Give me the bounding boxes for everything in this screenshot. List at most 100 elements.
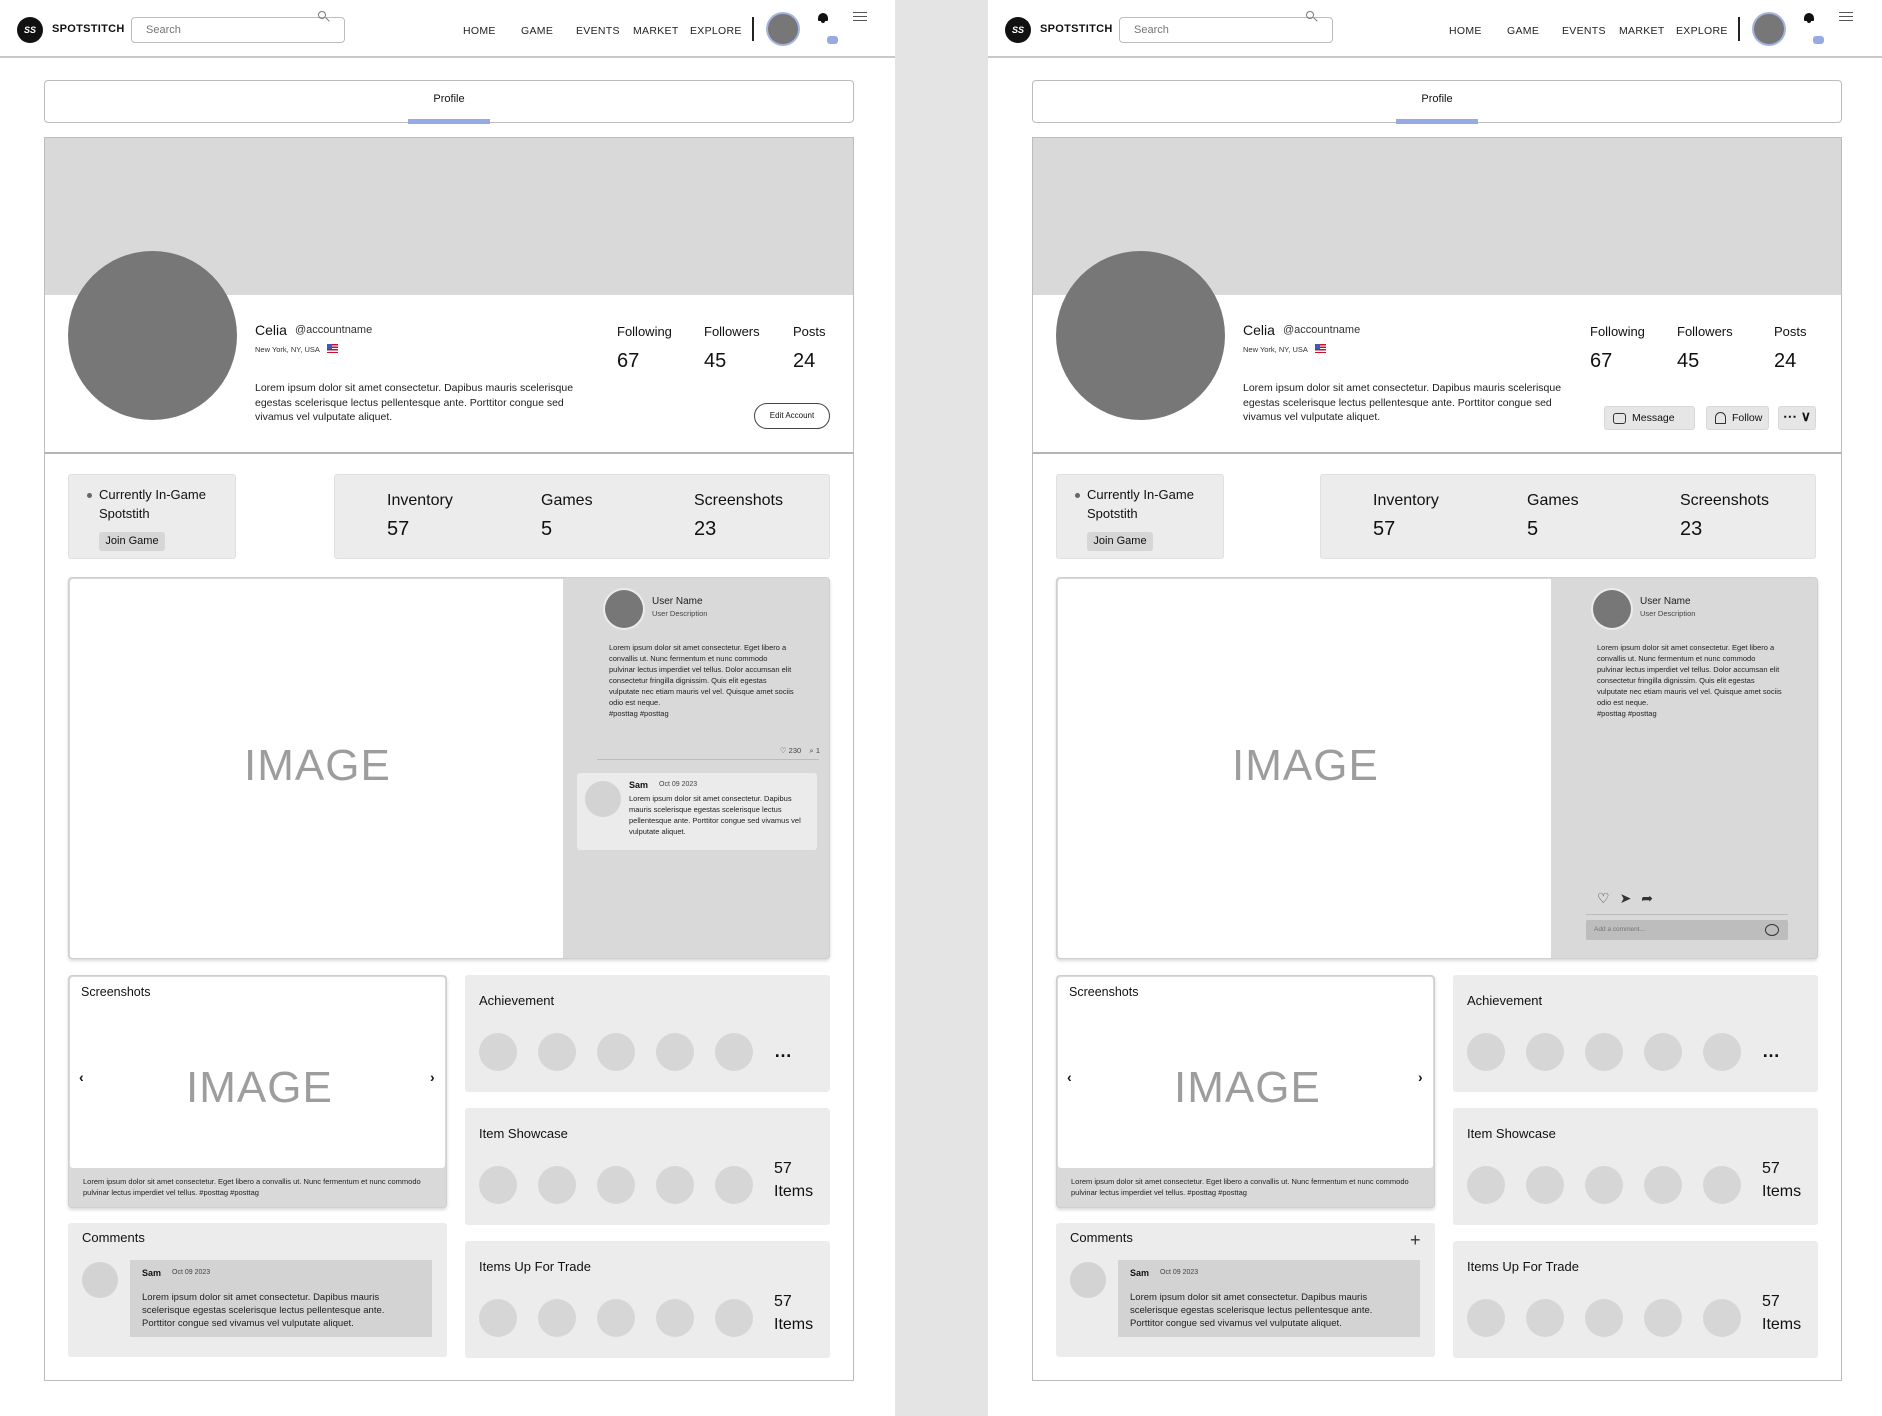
stat-following-value[interactable]: 67 xyxy=(617,350,639,373)
trade-item[interactable] xyxy=(1644,1299,1682,1337)
screenshots-label[interactable]: Screenshots xyxy=(1680,492,1769,510)
showcase-item[interactable] xyxy=(538,1166,576,1204)
user-avatar[interactable] xyxy=(1754,14,1784,44)
chevron-right-icon[interactable]: › xyxy=(1418,1069,1423,1085)
trade-item[interactable] xyxy=(538,1299,576,1337)
comment-author[interactable]: Sam xyxy=(142,1268,161,1278)
logo-icon[interactable]: SS xyxy=(17,17,43,43)
search-input[interactable] xyxy=(1119,17,1333,43)
comment-count[interactable]: ⌕ 1 xyxy=(810,746,820,755)
achievement-badge[interactable] xyxy=(538,1033,576,1071)
showcase-item[interactable] xyxy=(1644,1166,1682,1204)
screenshots-label[interactable]: Screenshots xyxy=(694,492,783,510)
nav-home[interactable]: HOME xyxy=(1449,25,1482,37)
achievement-badge[interactable] xyxy=(1644,1033,1682,1071)
trade-item[interactable] xyxy=(1526,1299,1564,1337)
achievement-badge[interactable] xyxy=(1467,1033,1505,1071)
showcase-item[interactable] xyxy=(1467,1166,1505,1204)
more-achievements-icon[interactable]: … xyxy=(774,1041,793,1062)
stat-posts-label[interactable]: Posts xyxy=(793,324,826,339)
nav-explore[interactable]: EXPLORE xyxy=(1676,25,1728,37)
stat-posts-label[interactable]: Posts xyxy=(1774,324,1807,339)
post-tags[interactable]: #posttag #posttag xyxy=(1597,709,1657,718)
showcase-item[interactable] xyxy=(1526,1166,1564,1204)
comment-author[interactable]: Sam xyxy=(629,780,648,790)
post-author-name[interactable]: User Name xyxy=(652,596,703,607)
search-icon[interactable] xyxy=(1306,11,1314,19)
nav-market[interactable]: MARKET xyxy=(633,25,679,37)
post-author-avatar[interactable] xyxy=(605,590,643,628)
post-image[interactable]: IMAGE xyxy=(70,579,563,958)
achievement-badge[interactable] xyxy=(1703,1033,1741,1071)
comment-avatar[interactable] xyxy=(585,781,621,817)
stat-posts-value[interactable]: 24 xyxy=(1774,350,1796,373)
stat-following-label[interactable]: Following xyxy=(1590,324,1645,339)
heart-icon[interactable]: ♡ xyxy=(1597,890,1610,907)
logo-icon[interactable]: SS xyxy=(1005,17,1031,43)
edit-account-button[interactable]: Edit Account xyxy=(754,403,830,429)
add-comment-input[interactable] xyxy=(1586,920,1788,940)
bell-icon[interactable] xyxy=(1804,13,1814,23)
nav-market[interactable]: MARKET xyxy=(1619,25,1665,37)
comment-author[interactable]: Sam xyxy=(1130,1268,1149,1278)
like-count[interactable]: ♡ 230 xyxy=(780,746,801,755)
achievement-badge[interactable] xyxy=(715,1033,753,1071)
comment-avatar[interactable] xyxy=(1070,1262,1106,1298)
stat-following-label[interactable]: Following xyxy=(617,324,672,339)
join-game-button[interactable]: Join Game xyxy=(99,532,165,551)
achievement-badge[interactable] xyxy=(597,1033,635,1071)
screenshot-image[interactable]: Screenshots ‹ IMAGE › xyxy=(1058,977,1433,1168)
stat-followers-label[interactable]: Followers xyxy=(704,324,760,339)
stat-following-value[interactable]: 67 xyxy=(1590,350,1612,373)
hamburger-menu-icon[interactable] xyxy=(1839,12,1853,21)
achievement-badge[interactable] xyxy=(479,1033,517,1071)
trade-item[interactable] xyxy=(1703,1299,1741,1337)
stat-followers-label[interactable]: Followers xyxy=(1677,324,1733,339)
tab-profile[interactable]: Profile xyxy=(1396,81,1478,124)
more-options-button[interactable]: ⋯ ∨ xyxy=(1778,406,1816,430)
hamburger-menu-icon[interactable] xyxy=(853,12,867,21)
comment-avatar[interactable] xyxy=(82,1262,118,1298)
tab-profile[interactable]: Profile xyxy=(408,81,490,124)
add-comment-plus-icon[interactable]: + xyxy=(1410,1230,1421,1251)
inventory-label[interactable]: Inventory xyxy=(387,492,453,510)
search-input[interactable] xyxy=(131,17,345,43)
showcase-item[interactable] xyxy=(1703,1166,1741,1204)
showcase-item[interactable] xyxy=(715,1166,753,1204)
chevron-left-icon[interactable]: ‹ xyxy=(79,1069,84,1085)
achievement-badge[interactable] xyxy=(656,1033,694,1071)
trade-item[interactable] xyxy=(479,1299,517,1337)
search-icon[interactable] xyxy=(318,11,326,19)
profile-avatar[interactable] xyxy=(68,251,237,420)
post-author-avatar[interactable] xyxy=(1593,590,1631,628)
stat-posts-value[interactable]: 24 xyxy=(793,350,815,373)
user-avatar[interactable] xyxy=(768,14,798,44)
nav-explore[interactable]: EXPLORE xyxy=(690,25,742,37)
games-label[interactable]: Games xyxy=(1527,492,1579,510)
chevron-right-icon[interactable]: › xyxy=(430,1069,435,1085)
nav-game[interactable]: GAME xyxy=(1507,25,1539,37)
screenshot-image[interactable]: Screenshots ‹ IMAGE › xyxy=(70,977,445,1168)
profile-avatar[interactable] xyxy=(1056,251,1225,420)
nav-events[interactable]: EVENTS xyxy=(576,25,620,37)
chevron-left-icon[interactable]: ‹ xyxy=(1067,1069,1072,1085)
post-tags[interactable]: #posttag #posttag xyxy=(609,709,669,718)
join-game-button[interactable]: Join Game xyxy=(1087,532,1153,551)
post-image[interactable]: IMAGE xyxy=(1058,579,1551,958)
achievement-badge[interactable] xyxy=(1526,1033,1564,1071)
trade-item[interactable] xyxy=(656,1299,694,1337)
showcase-item[interactable] xyxy=(656,1166,694,1204)
nav-home[interactable]: HOME xyxy=(463,25,496,37)
post-author-name[interactable]: User Name xyxy=(1640,596,1691,607)
trade-item[interactable] xyxy=(1467,1299,1505,1337)
share-icon[interactable]: ➦ xyxy=(1641,890,1653,907)
send-icon[interactable]: ➤ xyxy=(1620,890,1632,907)
trade-item[interactable] xyxy=(1585,1299,1623,1337)
showcase-item[interactable] xyxy=(479,1166,517,1204)
follow-button[interactable]: Follow xyxy=(1706,406,1769,430)
message-button[interactable]: Message xyxy=(1604,406,1695,430)
more-achievements-icon[interactable]: … xyxy=(1762,1041,1781,1062)
nav-events[interactable]: EVENTS xyxy=(1562,25,1606,37)
showcase-item[interactable] xyxy=(1585,1166,1623,1204)
trade-item[interactable] xyxy=(715,1299,753,1337)
